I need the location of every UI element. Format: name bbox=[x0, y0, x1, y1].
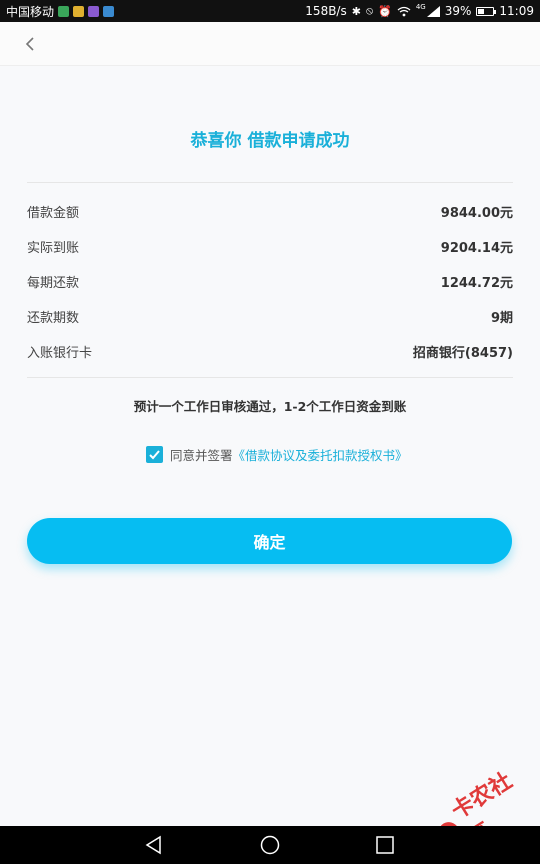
info-value: 招商银行(8457) bbox=[412, 345, 513, 361]
info-value: 9期 bbox=[490, 310, 513, 326]
info-value: 1244.72元 bbox=[440, 275, 513, 291]
agreement: 同意并签署 《借款协议及委托扣款授权书》 bbox=[146, 445, 408, 464]
network-type: 4G bbox=[415, 3, 426, 11]
status-right: 158B/s ✱ ⦸ ⏰ 4G 39% 11:09 bbox=[305, 3, 534, 18]
status-bar: 中国移动 158B/s ✱ ⦸ ⏰ 4G 39% 11:09 bbox=[0, 0, 540, 22]
info-row-loan-amount: 借款金额 9844.00元 bbox=[27, 201, 513, 221]
app-notification-icon bbox=[103, 5, 115, 17]
divider bbox=[27, 182, 513, 183]
nav-back-icon[interactable] bbox=[144, 835, 164, 855]
nav-recents-icon[interactable] bbox=[375, 835, 395, 855]
bluetooth-icon: ✱ bbox=[351, 4, 361, 18]
info-label: 入账银行卡 bbox=[27, 345, 93, 361]
battery-percent: 39% bbox=[444, 4, 472, 18]
chevron-left-icon bbox=[25, 37, 34, 51]
status-left: 中国移动 bbox=[6, 3, 115, 20]
confirm-button[interactable]: 确定 bbox=[27, 518, 512, 564]
info-label: 实际到账 bbox=[27, 240, 80, 256]
info-row-actual-received: 实际到账 9204.14元 bbox=[27, 236, 513, 256]
system-nav-bar bbox=[0, 826, 540, 864]
page-title: 恭喜你 借款申请成功 bbox=[190, 131, 350, 151]
info-value: 9844.00元 bbox=[440, 205, 513, 221]
info-row-bank-card: 入账银行卡 招商银行(8457) bbox=[27, 341, 513, 361]
signal-icon bbox=[426, 5, 440, 17]
app-notification-icon bbox=[88, 5, 100, 17]
battery-icon bbox=[476, 6, 497, 16]
carrier-label: 中国移动 bbox=[6, 4, 55, 19]
app-notification-icon bbox=[73, 5, 85, 17]
info-label: 每期还款 bbox=[27, 275, 80, 291]
info-value: 9204.14元 bbox=[440, 240, 513, 256]
agreement-link[interactable]: 《借款协议及委托扣款授权书》 bbox=[233, 445, 408, 464]
mute-icon: ⦸ bbox=[365, 4, 374, 17]
nav-bar bbox=[0, 22, 540, 66]
checkmark-icon bbox=[149, 450, 160, 460]
funding-notice: 预计一个工作日审核通过，1-2个工作日资金到账 bbox=[133, 399, 407, 414]
wifi-icon bbox=[397, 6, 411, 16]
back-button[interactable] bbox=[20, 32, 44, 56]
app-notification-icon bbox=[58, 5, 70, 17]
agreement-text: 同意并签署 bbox=[170, 448, 233, 463]
clock: 11:09 bbox=[499, 4, 534, 18]
agreement-checkbox[interactable] bbox=[146, 446, 163, 463]
network-speed: 158B/s bbox=[305, 4, 347, 18]
info-row-installment: 每期还款 1244.72元 bbox=[27, 271, 513, 291]
info-label: 借款金额 bbox=[27, 205, 80, 221]
info-label: 还款期数 bbox=[27, 310, 80, 326]
info-row-periods: 还款期数 9期 bbox=[27, 306, 513, 326]
divider bbox=[27, 377, 513, 378]
alarm-icon: ⏰ bbox=[378, 4, 392, 18]
nav-home-icon[interactable] bbox=[260, 835, 280, 855]
